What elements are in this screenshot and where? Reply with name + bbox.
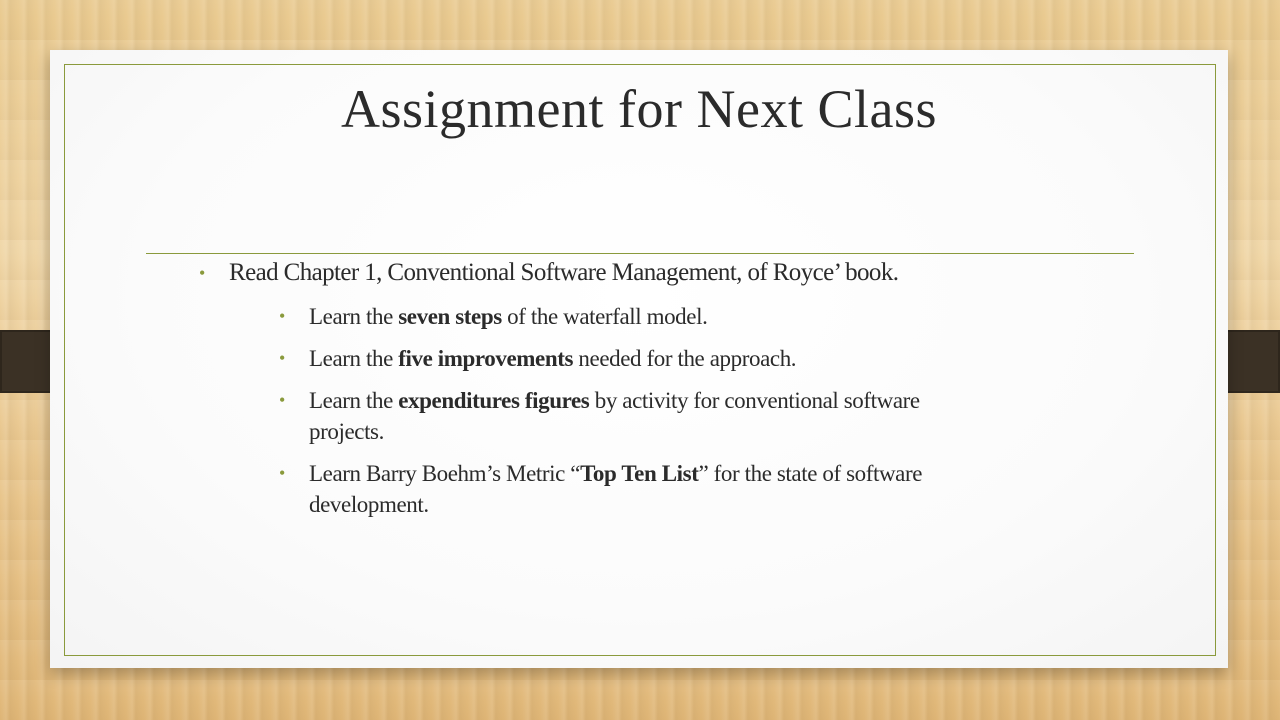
sub-bullet-text: Learn Barry Boehm’s Metric “ — [309, 461, 581, 486]
bullet-list: • Read Chapter 1, Conventional Software … — [195, 258, 975, 520]
sub-bullet-item: • Learn the five improvements needed for… — [229, 343, 975, 374]
slide-paper: Assignment for Next Class • Read Chapter… — [50, 50, 1228, 668]
sub-bullet-text: of the waterfall model. — [501, 304, 708, 329]
bullet-dot-icon: • — [279, 463, 285, 483]
bullet-item-main: • Read Chapter 1, Conventional Software … — [195, 258, 975, 520]
slide-title: Assignment for Next Class — [341, 79, 937, 139]
sub-bullet-item: • Learn Barry Boehm’s Metric “Top Ten Li… — [229, 458, 975, 520]
sub-bullet-text: Learn the — [309, 304, 399, 329]
bullet-dot-icon: • — [199, 263, 205, 283]
sub-bullet-text: Learn the — [309, 346, 399, 371]
bullet-dot-icon: • — [279, 348, 285, 368]
title-divider — [146, 253, 1134, 254]
sub-bullet-list: • Learn the seven steps of the waterfall… — [229, 301, 975, 520]
sub-bullet-bold: seven steps — [398, 304, 502, 329]
sub-bullet-bold: five improvements — [398, 346, 574, 371]
slide-content: • Read Chapter 1, Conventional Software … — [195, 258, 975, 520]
sub-bullet-item: • Learn the expenditures figures by acti… — [229, 385, 975, 447]
sub-bullet-text: Learn the — [309, 388, 399, 413]
bullet-text: Read Chapter 1, Conventional Software Ma… — [229, 259, 899, 286]
sub-bullet-bold: Top Ten List — [580, 461, 699, 486]
sub-bullet-bold: expenditures figures — [398, 388, 590, 413]
bullet-dot-icon: • — [279, 390, 285, 410]
bullet-dot-icon: • — [279, 306, 285, 326]
sub-bullet-text: needed for the approach. — [573, 346, 797, 371]
sub-bullet-item: • Learn the seven steps of the waterfall… — [229, 301, 975, 332]
